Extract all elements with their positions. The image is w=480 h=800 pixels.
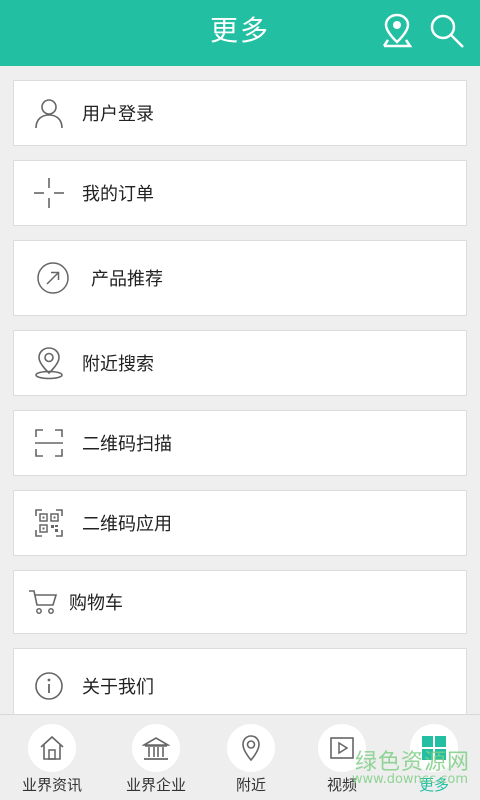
arrow-circle-icon [37, 262, 69, 294]
tab-label: 业界企业 [125, 776, 186, 794]
shopping-cart-icon [29, 590, 58, 614]
menu-item-qr-scan[interactable]: 二维码扫描 [13, 410, 467, 476]
bottom-tab-bar: 业界资讯 业界企业 附近 视频 更多 [0, 714, 480, 800]
menu-item-about[interactable]: 关于我们 [13, 648, 467, 714]
qr-code-icon [35, 509, 63, 537]
menu-item-label: 二维码扫描 [82, 434, 172, 455]
menu-item-label: 用户登录 [82, 104, 154, 125]
tab-label: 视频 [326, 776, 357, 794]
menu-item-label: 附近搜索 [82, 354, 154, 375]
menu-item-products[interactable]: 产品推荐 [13, 240, 467, 316]
building-icon [142, 737, 170, 760]
menu-item-label: 产品推荐 [91, 269, 163, 290]
tab-video[interactable]: 视频 [294, 715, 390, 800]
tab-industry-news[interactable]: 业界资讯 [4, 715, 100, 800]
user-icon [35, 99, 63, 129]
menu-list: 用户登录 我的订单 产品推荐 附近搜索 二维码扫描 二维码应用 购物车 关于我们 [0, 66, 480, 714]
location-pin-icon[interactable] [380, 12, 414, 48]
tab-label: 业界资讯 [21, 776, 82, 794]
menu-item-label: 购物车 [69, 593, 123, 614]
tab-more[interactable]: 更多 [386, 715, 480, 800]
menu-item-orders[interactable]: 我的订单 [13, 160, 467, 226]
scan-frame-icon [35, 429, 63, 457]
menu-item-label: 关于我们 [82, 677, 154, 698]
map-pin-icon [35, 347, 63, 380]
info-icon [35, 672, 63, 700]
tab-industry-companies[interactable]: 业界企业 [108, 715, 204, 800]
grid-icon [422, 736, 446, 760]
tab-label: 更多 [418, 776, 449, 794]
menu-item-qr-app[interactable]: 二维码应用 [13, 490, 467, 556]
menu-item-label: 我的订单 [82, 184, 154, 205]
tab-label: 附近 [235, 776, 266, 794]
crosshair-icon [34, 178, 64, 208]
menu-item-nearby-search[interactable]: 附近搜索 [13, 330, 467, 396]
home-icon [40, 735, 64, 760]
video-icon [330, 737, 354, 759]
menu-item-label: 二维码应用 [82, 514, 172, 535]
location-icon [242, 735, 260, 762]
tab-nearby[interactable]: 附近 [203, 715, 299, 800]
app-header: 更多 [0, 0, 480, 66]
menu-item-cart[interactable]: 购物车 [13, 570, 467, 634]
search-icon[interactable] [428, 12, 466, 50]
menu-item-login[interactable]: 用户登录 [13, 80, 467, 146]
